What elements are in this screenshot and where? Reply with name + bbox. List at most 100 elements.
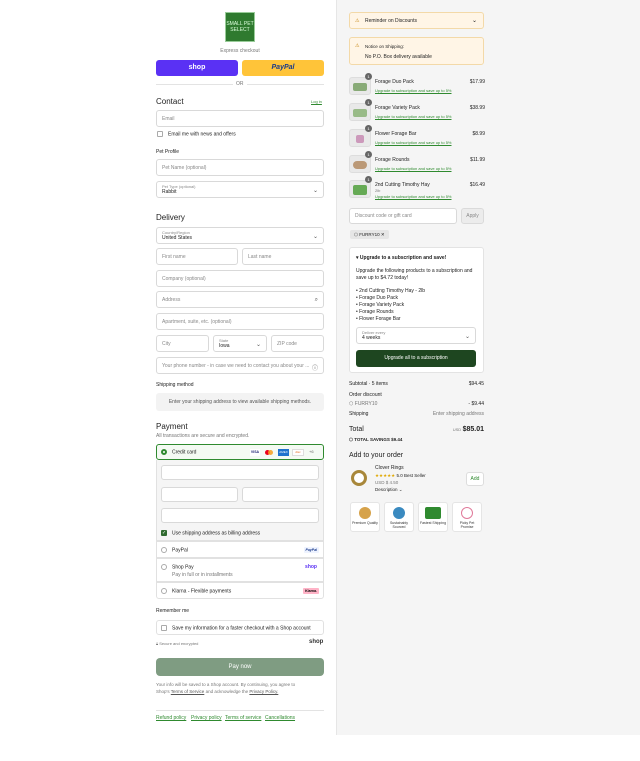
badge-fastest-shipping: Fastest Shipping: [418, 502, 448, 532]
discount-code-field[interactable]: Discount code or gift card: [349, 208, 457, 224]
klarna-option[interactable]: Klarna - Flexible payments Klarna.: [156, 582, 324, 599]
store-logo[interactable]: SMALL PET SELECT: [225, 12, 255, 42]
last-name-field[interactable]: Last name: [242, 248, 324, 265]
logo-text: SMALL PET SELECT: [226, 21, 254, 33]
close-icon[interactable]: ✕: [381, 232, 385, 237]
pay-now-button[interactable]: Pay now: [156, 658, 324, 676]
email-news-label: Email me with news and offers: [168, 131, 236, 138]
checkbox-box[interactable]: [157, 131, 163, 137]
currency-label: USD: [452, 427, 462, 432]
mastercard-icon: [264, 449, 274, 456]
upgrade-link[interactable]: Upgrade to subscription and save up to 5…: [375, 194, 452, 199]
apply-button[interactable]: Apply: [461, 208, 484, 224]
list-item: • Forage Duo Pack: [356, 295, 399, 301]
badge-label: Premium Quality: [352, 521, 378, 525]
badge-sustainably-sourced: Sustainably Sourced: [384, 502, 414, 532]
badge-premium-quality: Premium Quality: [350, 502, 380, 532]
upgrade-all-button[interactable]: Upgrade all to a subscription: [356, 350, 476, 367]
reminder-label: Reminder on Discounts: [365, 18, 417, 24]
privacy-link[interactable]: Privacy Policy.: [249, 689, 278, 694]
shop-pay-subtext: Pay in full or in installments: [172, 572, 233, 578]
card-cvv-field[interactable]: [242, 487, 319, 502]
line-item: 1 2nd Cutting Timothy Hay 2lb $16.49 Upg…: [349, 176, 485, 205]
shop-pay-option[interactable]: Shop Pay Pay in full or in installments …: [156, 558, 324, 582]
billing-same-checkbox[interactable]: ✓ Use shipping address as billing address: [161, 530, 260, 536]
shop-pay-label: shop: [188, 64, 206, 71]
city-field[interactable]: City: [156, 335, 209, 352]
item-variant: 2lb: [375, 188, 381, 193]
pet-name-field[interactable]: Pet Name (optional): [156, 159, 324, 176]
country-select[interactable]: Country/Region United States ⌄: [156, 227, 324, 244]
delivery-title: Delivery: [156, 213, 185, 222]
upgrade-link[interactable]: Upgrade to subscription and save up to 5…: [375, 140, 452, 145]
radio[interactable]: [161, 588, 167, 594]
check-icon[interactable]: ✓: [161, 530, 167, 536]
upgrade-link[interactable]: Upgrade to subscription and save up to 5…: [375, 114, 452, 119]
address-field[interactable]: Address ⌕: [156, 291, 324, 308]
login-link[interactable]: Log in: [311, 99, 322, 104]
quantity-badge: 1: [365, 99, 372, 106]
checkbox-box[interactable]: [161, 625, 167, 631]
email-field[interactable]: Email: [156, 110, 324, 127]
upgrade-link[interactable]: Upgrade to subscription and save up to 5…: [375, 166, 452, 171]
paypal-button[interactable]: PayPal: [242, 60, 324, 76]
chevron-down-icon: ⌄: [471, 18, 477, 24]
save-info-label: Save my information for a faster checkou…: [172, 625, 311, 632]
terms-link[interactable]: Terms of Service: [171, 689, 205, 694]
upgrade-link[interactable]: Upgrade to subscription and save up to 5…: [375, 88, 452, 93]
privacy-policy-link[interactable]: Privacy policy: [191, 715, 222, 721]
chevron-down-icon: ⌄: [398, 487, 403, 492]
first-name-field[interactable]: First name: [156, 248, 238, 265]
credit-card-label: Credit card: [172, 449, 197, 456]
cancellations-link[interactable]: Cancellations: [265, 715, 295, 721]
pet-type-select[interactable]: Pet Type (optional) Rabbit ⌄: [156, 181, 324, 198]
shipping-method-title: Shipping method: [156, 382, 194, 388]
help-icon[interactable]: ⓘ: [312, 363, 318, 372]
shop-pay-button[interactable]: shop: [156, 60, 238, 76]
star-rating-icon: ★★★★★: [375, 473, 396, 478]
item-name: Flower Forage Bar: [375, 131, 417, 137]
email-news-checkbox[interactable]: Email me with news and offers: [157, 131, 236, 137]
first-name-placeholder: First name: [162, 253, 186, 260]
reminder-accordion[interactable]: ⚠ Reminder on Discounts ⌄: [349, 12, 484, 29]
addon-description-toggle[interactable]: Description ⌄: [375, 487, 403, 493]
radio-selected[interactable]: [161, 449, 167, 455]
list-item-text: 2nd Cutting Timothy Hay - 2lb: [359, 288, 426, 294]
add-label: Add: [470, 476, 480, 482]
address-placeholder: Address: [162, 296, 181, 303]
addon-name: Clover Rings: [375, 465, 404, 471]
refund-policy-link[interactable]: Refund policy: [156, 715, 186, 721]
item-price: $16.49: [469, 182, 485, 188]
apartment-field[interactable]: Apartment, suite, etc. (optional): [156, 313, 324, 330]
product-image: [351, 470, 367, 486]
list-item: • Forage Rounds: [356, 309, 394, 315]
payment-subtitle: All transactions are secure and encrypte…: [156, 433, 250, 439]
company-field[interactable]: Company (optional): [156, 270, 324, 287]
state-select[interactable]: State Iowa ⌄: [213, 335, 267, 352]
paypal-option[interactable]: PayPal PayPal: [156, 541, 324, 558]
zip-field[interactable]: ZIP code: [271, 335, 324, 352]
card-name-field[interactable]: [161, 508, 319, 523]
credit-card-row: Credit card: [161, 449, 196, 455]
card-expiry-field[interactable]: [161, 487, 238, 502]
deliver-every-select[interactable]: Deliver every 4 weeks ⌄: [356, 327, 476, 344]
footer-divider: [156, 710, 324, 711]
radio[interactable]: [161, 564, 167, 570]
addon-rating: ★★★★★ 5.0 Best Seller: [375, 473, 426, 479]
paypal-row: PayPal: [161, 547, 188, 553]
terms-of-service-link[interactable]: Terms of service: [225, 715, 261, 721]
legal-line-1: Your info will be saved to a Shop accoun…: [156, 682, 296, 687]
upsell-text: Upgrade the following products to a subs…: [356, 268, 473, 281]
card-number-field[interactable]: [161, 465, 319, 480]
discount-tag-code: FURRY10: [359, 232, 380, 237]
total-row: Total USD $85.01: [349, 426, 484, 433]
phone-field[interactable]: Your phone number - in case we need to c…: [156, 357, 324, 374]
badge-label: Sustainably Sourced: [389, 521, 409, 529]
credit-card-option[interactable]: Credit card VISA AMEX disc +6: [156, 444, 324, 460]
save-info-option[interactable]: Save my information for a faster checkou…: [156, 620, 324, 635]
add-button[interactable]: Add: [466, 472, 484, 486]
addon-price: USD $ 4.50: [375, 480, 399, 485]
radio[interactable]: [161, 547, 167, 553]
rating-value: 5.0: [396, 473, 403, 478]
discount-code-label: ⬡ FURRY10: [349, 401, 377, 407]
